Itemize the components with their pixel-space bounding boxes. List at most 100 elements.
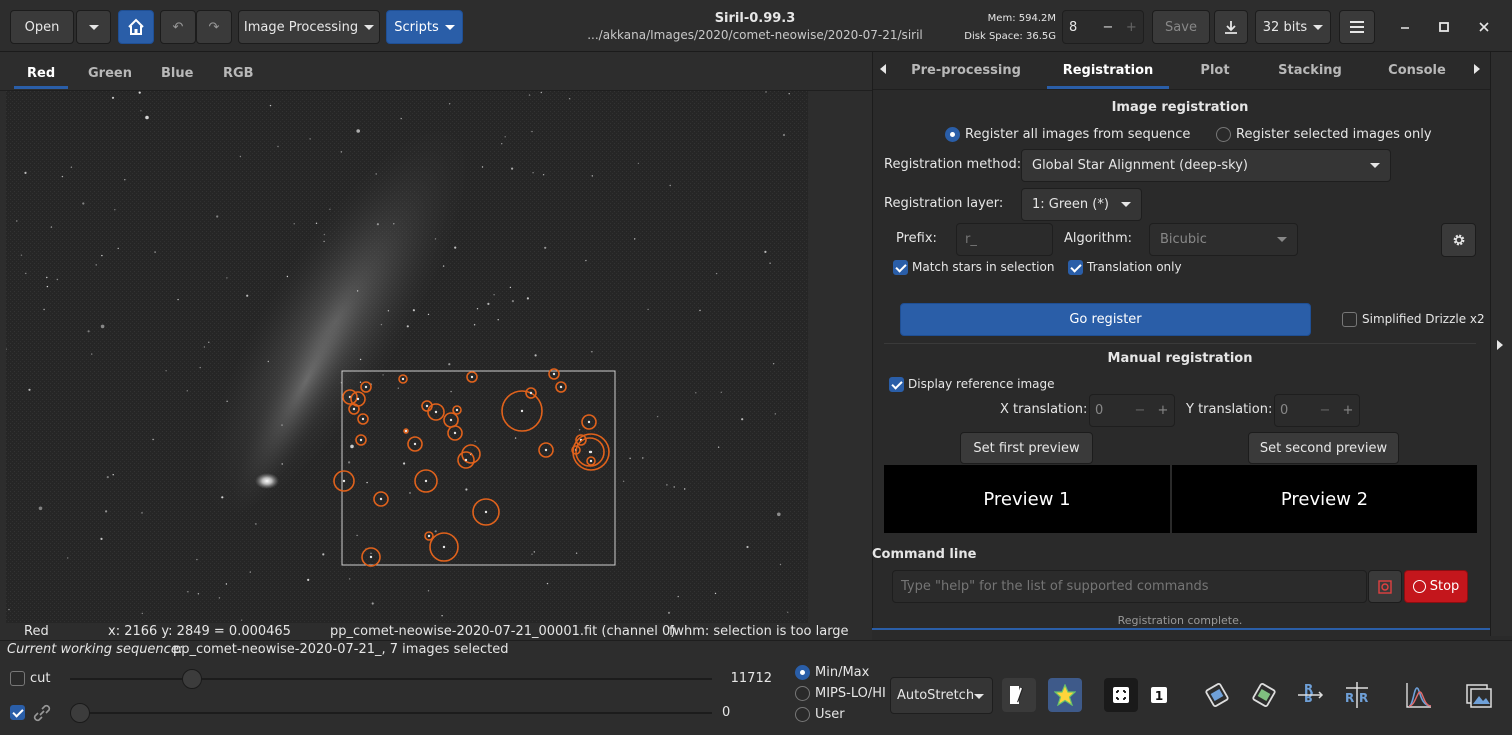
mirror-x-button[interactable]: RR	[1293, 678, 1327, 712]
prefix-label: Prefix:	[896, 231, 937, 246]
hamburger-menu-button[interactable]	[1339, 10, 1375, 44]
settings-button[interactable]	[1441, 223, 1476, 257]
register-all-radio[interactable]	[945, 127, 960, 142]
tab-pre-processing[interactable]: Pre-processing	[902, 52, 1030, 88]
translation-only-checkbox[interactable]	[1068, 260, 1083, 275]
low-slider-handle[interactable]	[70, 703, 90, 723]
threads-stepper[interactable]: 8 − +	[1062, 10, 1144, 44]
minus-icon[interactable]: −	[1096, 20, 1119, 35]
y-translation-value: 0	[1280, 403, 1289, 418]
tab-plot[interactable]: Plot	[1186, 52, 1244, 88]
open-button[interactable]: Open	[10, 10, 74, 44]
star	[720, 391, 722, 393]
image-stats-button[interactable]	[1462, 678, 1496, 712]
stretch-select[interactable]: AutoStretch	[890, 677, 993, 714]
minus-icon[interactable]: −	[1128, 403, 1152, 418]
prefix-input[interactable]	[956, 223, 1053, 256]
low-slider-track[interactable]	[70, 712, 712, 714]
star	[476, 308, 479, 310]
link-icon	[33, 704, 51, 722]
star	[221, 496, 224, 499]
close-button[interactable]	[1475, 18, 1493, 36]
panel-collapse-strip[interactable]	[1490, 52, 1512, 636]
undo-button[interactable]: ↶	[160, 10, 196, 44]
star	[511, 300, 514, 303]
open-menu-button[interactable]	[76, 10, 111, 44]
save-button[interactable]: Save	[1152, 10, 1210, 44]
x-translation-stepper[interactable]: 0 − +	[1089, 394, 1175, 427]
status-message: Registration complete.	[1117, 614, 1243, 627]
mips-radio[interactable]	[795, 686, 810, 701]
bit-depth-menu[interactable]: 32 bits	[1255, 10, 1331, 44]
help-button[interactable]	[1368, 570, 1402, 603]
histogram-button[interactable]	[1402, 678, 1436, 712]
match-stars-checkbox[interactable]	[893, 260, 908, 275]
preview-1[interactable]: Preview 1	[884, 465, 1170, 533]
star	[329, 208, 331, 210]
image-margin	[808, 91, 872, 623]
rotate-right-button[interactable]	[1247, 678, 1281, 712]
redo-button[interactable]: ↷	[196, 10, 232, 44]
zoom-fit-button[interactable]	[1104, 678, 1138, 712]
registration-layer-value: 1: Green (*)	[1032, 197, 1109, 212]
tab-registration[interactable]: Registration	[1047, 52, 1169, 88]
star	[669, 184, 671, 187]
tab-scroll-right-icon[interactable]	[1474, 64, 1480, 74]
algorithm-select[interactable]: Bicubic	[1149, 223, 1298, 256]
star	[465, 488, 468, 491]
scripts-menu[interactable]: Scripts	[386, 10, 463, 44]
header-bar: Open ↶ ↷ Image Processing Scripts Siril-…	[0, 0, 1512, 52]
registration-method-select[interactable]: Global Star Alignment (deep-sky)	[1021, 149, 1391, 182]
sequence-value: pp_comet-neowise-2020-07-21_, 7 images s…	[173, 642, 509, 657]
save-as-button[interactable]	[1214, 10, 1248, 44]
star	[8, 608, 10, 611]
register-selected-radio[interactable]	[1216, 127, 1231, 142]
star	[218, 597, 221, 599]
minus-icon[interactable]: −	[1313, 403, 1337, 418]
high-slider-track[interactable]	[70, 678, 712, 680]
colormap-button[interactable]	[1048, 678, 1082, 712]
chevron-down-icon	[1370, 163, 1380, 168]
star	[112, 474, 114, 476]
link-checkbox[interactable]	[10, 705, 25, 720]
y-translation-stepper[interactable]: 0 − +	[1274, 394, 1360, 427]
minmax-radio[interactable]	[795, 665, 810, 680]
tab-red[interactable]: Red	[27, 56, 55, 90]
image-processing-menu[interactable]: Image Processing	[238, 10, 380, 44]
star	[448, 103, 451, 105]
minimize-button[interactable]	[1396, 18, 1414, 36]
stop-button[interactable]: Stop	[1404, 570, 1468, 603]
tab-scroll-left-icon[interactable]	[880, 64, 886, 74]
tab-console[interactable]: Console	[1376, 52, 1458, 88]
display-reference-checkbox[interactable]	[889, 377, 904, 392]
home-button[interactable]	[118, 10, 154, 44]
set-second-preview-button[interactable]: Set second preview	[1248, 432, 1399, 464]
maximize-button[interactable]	[1435, 18, 1453, 36]
preview-2[interactable]: Preview 2	[1172, 465, 1477, 533]
tab-blue[interactable]: Blue	[161, 56, 193, 90]
image-canvas[interactable]	[5, 91, 808, 623]
drizzle-checkbox[interactable]	[1342, 312, 1357, 327]
plus-icon[interactable]: +	[1337, 403, 1359, 418]
cut-checkbox[interactable]	[10, 671, 25, 686]
go-register-label: Go register	[1069, 312, 1142, 327]
zoom-one-button[interactable]: 1	[1142, 678, 1176, 712]
star	[637, 162, 640, 165]
fit-icon	[1113, 687, 1129, 703]
rotate-left-button[interactable]	[1200, 678, 1234, 712]
svg-text:R: R	[1304, 690, 1313, 704]
user-radio[interactable]	[795, 707, 810, 722]
set-first-preview-button[interactable]: Set first preview	[960, 432, 1093, 464]
plus-icon[interactable]: +	[1120, 20, 1143, 35]
tab-stacking[interactable]: Stacking	[1262, 52, 1358, 88]
high-slider-handle[interactable]	[181, 669, 202, 689]
registration-layer-select[interactable]: 1: Green (*)	[1021, 188, 1142, 221]
tab-rgb[interactable]: RGB	[223, 56, 254, 90]
go-register-button[interactable]: Go register	[900, 303, 1311, 336]
negative-view-button[interactable]	[1002, 678, 1036, 712]
command-input[interactable]	[892, 570, 1367, 603]
mirror-y-button[interactable]: RR	[1340, 678, 1374, 712]
registration-layer-label: Registration layer:	[884, 196, 1004, 211]
plus-icon[interactable]: +	[1152, 403, 1174, 418]
tab-green[interactable]: Green	[88, 56, 132, 90]
